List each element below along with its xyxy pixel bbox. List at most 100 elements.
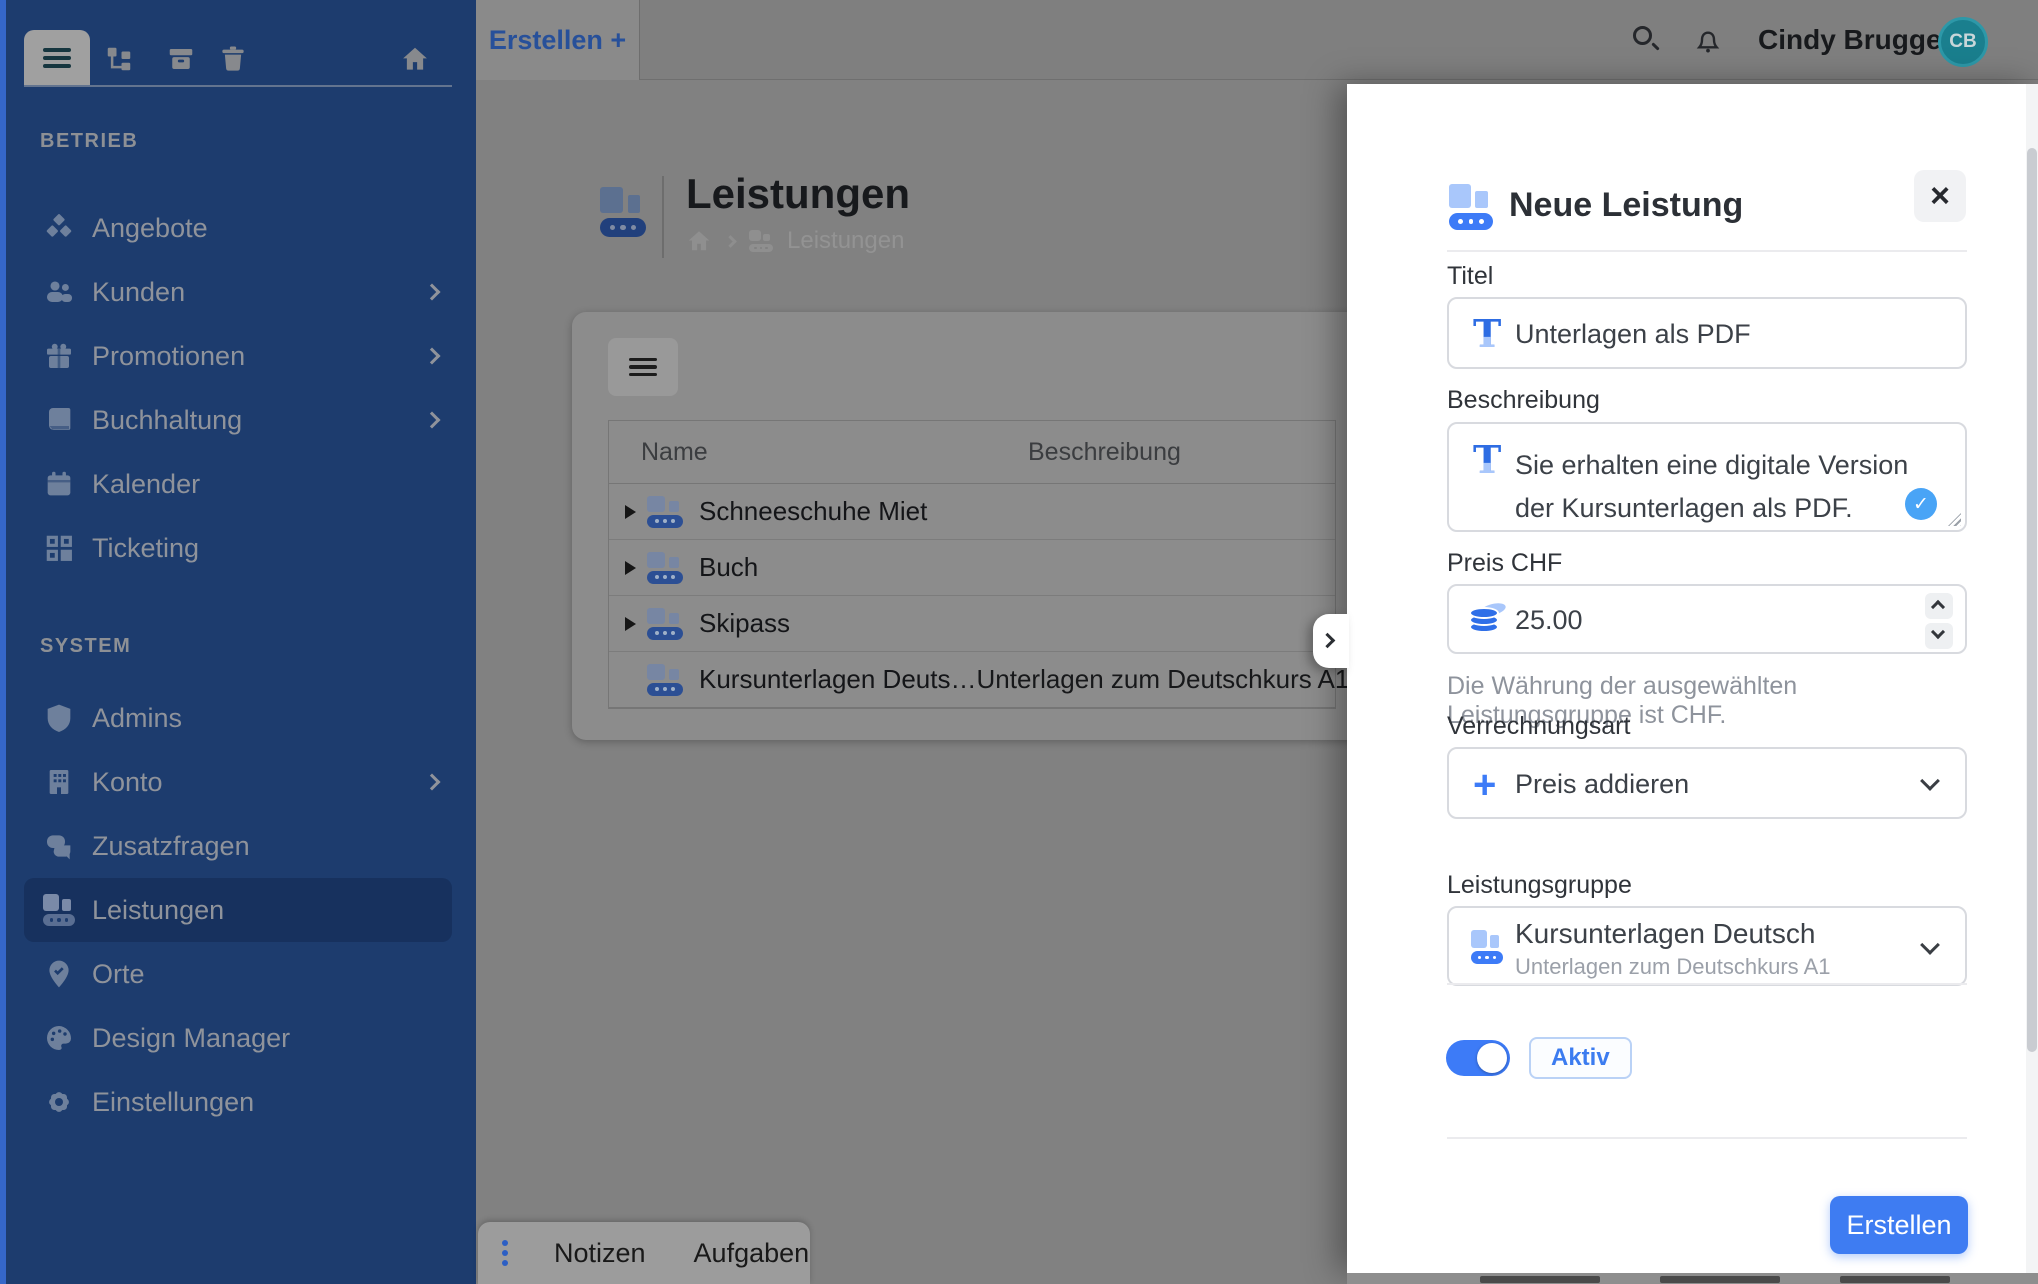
sidebar-item-zusatzfragen[interactable]: Zusatzfragen: [24, 814, 452, 878]
aktiv-badge: Aktiv: [1529, 1037, 1632, 1079]
expand-triangle-icon[interactable]: [625, 561, 647, 575]
drawer-collapse-button[interactable]: [1313, 614, 1349, 668]
drawer-scrollbar: [2026, 84, 2038, 1273]
breadcrumb-current[interactable]: Leistungen: [787, 227, 904, 255]
titel-value: Unterlagen als PDF: [1515, 319, 1751, 350]
leistungen-page-icon: [600, 187, 646, 237]
verrechnungsart-value: Preis addieren: [1515, 769, 1689, 800]
expand-triangle-icon[interactable]: [625, 505, 647, 519]
close-button[interactable]: ×: [1914, 170, 1966, 222]
erstellen-button[interactable]: Erstellen: [1830, 1196, 1968, 1254]
search-icon[interactable]: [1633, 26, 1661, 54]
chevron-right-icon: [1320, 633, 1336, 649]
sidebar-item-label: Kalender: [92, 469, 200, 500]
gear-icon: [40, 1085, 78, 1119]
sidebar-item-admins[interactable]: Admins: [24, 686, 452, 750]
calendar-icon: [40, 467, 78, 501]
expand-triangle-icon[interactable]: [625, 617, 647, 631]
sidebar-item-promotionen[interactable]: Promotionen: [24, 324, 452, 388]
check-badge-icon: ✓: [1905, 488, 1937, 520]
tab-aufgaben[interactable]: Aufgaben: [670, 1238, 834, 1269]
sidebar-toggle-button[interactable]: [24, 30, 90, 86]
sidebar-item-label: Zusatzfragen: [92, 831, 250, 862]
beschreibung-textarea[interactable]: TT Sie erhalten eine digitale Version de…: [1447, 422, 1967, 532]
sidebar-item-einstellungen[interactable]: Einstellungen: [24, 1070, 452, 1134]
row-name: Buch: [699, 552, 758, 583]
divider: [1447, 983, 1967, 985]
sidebar-item-label: Ticketing: [92, 533, 199, 564]
table-row[interactable]: Buch: [609, 540, 1335, 596]
stepper-up-button[interactable]: [1925, 593, 1953, 619]
sidebar-item-ticketing[interactable]: Ticketing: [24, 516, 452, 580]
sidebar-item-label: Kunden: [92, 277, 185, 308]
sidebar-item-kunden[interactable]: Kunden: [24, 260, 452, 324]
bottom-panel: Notizen Aufgaben: [478, 1222, 810, 1284]
beschreibung-label: Beschreibung: [1447, 386, 1600, 415]
sidebar-item-label: Design Manager: [92, 1023, 290, 1054]
sidebar-item-label: Leistungen: [92, 895, 224, 926]
hamburger-icon: [629, 354, 657, 381]
sidebar-item-kalender[interactable]: Kalender: [24, 452, 452, 516]
divider: [1447, 1137, 1967, 1139]
sidebar-item-design-manager[interactable]: Design Manager: [24, 1006, 452, 1070]
table-row[interactable]: Skipass: [609, 596, 1335, 652]
building-icon: [40, 765, 78, 799]
table-row[interactable]: Kursunterlagen Deuts…Unterlagen zum Deut…: [609, 652, 1335, 708]
aktiv-toggle[interactable]: [1446, 1040, 1510, 1076]
home-icon[interactable]: [400, 44, 430, 74]
dimmed-table-peek: [1347, 1273, 2038, 1284]
row-name: Kursunterlagen Deuts…: [699, 664, 976, 695]
leistungsgruppe-label: Leistungsgruppe: [1447, 871, 1632, 900]
plus-icon: +: [1473, 765, 1496, 805]
sidebar-item-label: Konto: [92, 767, 163, 798]
tab-notizen[interactable]: Notizen: [530, 1238, 670, 1269]
sidebar-item-leistungen[interactable]: Leistungen: [24, 878, 452, 942]
breadcrumb-home-icon[interactable]: [686, 228, 712, 254]
avatar[interactable]: CB: [1938, 17, 1988, 67]
cubes-icon: [40, 211, 78, 245]
sidebar-item-buchhaltung[interactable]: Buchhaltung: [24, 388, 452, 452]
titel-label: Titel: [1447, 262, 1493, 291]
preis-value: 25.00: [1515, 605, 1583, 636]
trash-icon[interactable]: [218, 44, 248, 74]
verrechnungsart-select[interactable]: + Preis addieren: [1447, 747, 1967, 819]
toggle-knob: [1477, 1043, 1507, 1073]
app-root: BETRIEB Angebote Kunden Promotionen Buchhalt…: [0, 0, 2038, 1284]
preis-input[interactable]: 25.00: [1447, 584, 1967, 654]
sidebar-item-label: Buchhaltung: [92, 405, 242, 436]
sidebar-item-label: Promotionen: [92, 341, 245, 372]
user-name[interactable]: Cindy Brugger: [1758, 0, 1952, 80]
chevron-down-icon: [1920, 771, 1940, 791]
sidebar-item-konto[interactable]: Konto: [24, 750, 452, 814]
sidebar-item-orte[interactable]: Orte: [24, 942, 452, 1006]
notifications-bell-icon[interactable]: [1692, 24, 1724, 56]
topbar: Erstellen + Cindy Brugger CB: [476, 0, 2038, 80]
kebab-menu-icon[interactable]: [502, 1240, 508, 1266]
titel-input[interactable]: TT Unterlagen als PDF: [1447, 297, 1967, 369]
table-row[interactable]: Schneeschuhe Miet: [609, 484, 1335, 540]
chevron-right-icon: [424, 412, 441, 429]
row-name: Schneeschuhe Miet: [699, 496, 927, 527]
leistungen-icon: [1471, 930, 1503, 964]
leistungsgruppe-select[interactable]: Kursunterlagen Deutsch Unterlagen zum De…: [1447, 906, 1967, 986]
beschreibung-value: Sie erhalten eine digitale Version der K…: [1515, 444, 1925, 530]
stepper-down-button[interactable]: [1925, 623, 1953, 649]
sidebar-section-label: BETRIEB: [24, 130, 452, 153]
archive-icon[interactable]: [166, 44, 196, 74]
sidebar-accent-strip: [0, 0, 6, 1284]
breadcrumb-leistungen-icon: [749, 230, 773, 252]
tab-erstellen[interactable]: Erstellen +: [476, 0, 639, 80]
row-beschreibung: Unterlagen zum Deutschkurs A1: [976, 664, 1349, 695]
hamburger-icon: [43, 44, 71, 73]
sidebar-item-angebote[interactable]: Angebote: [24, 196, 452, 260]
scrollbar-thumb[interactable]: [2027, 148, 2037, 1052]
tab-separator: [639, 0, 640, 80]
sidebar-header-divider: [24, 85, 452, 87]
sitemap-icon[interactable]: [104, 44, 134, 74]
gift-icon: [40, 339, 78, 373]
table-menu-button[interactable]: [608, 338, 678, 396]
resize-handle[interactable]: [1948, 513, 1961, 526]
drawer-neue-leistung: Neue Leistung × Titel TT Unterlagen als …: [1347, 84, 2038, 1273]
title-divider: [662, 176, 664, 258]
sidebar: BETRIEB Angebote Kunden Promotionen Buchhalt…: [0, 0, 476, 1284]
